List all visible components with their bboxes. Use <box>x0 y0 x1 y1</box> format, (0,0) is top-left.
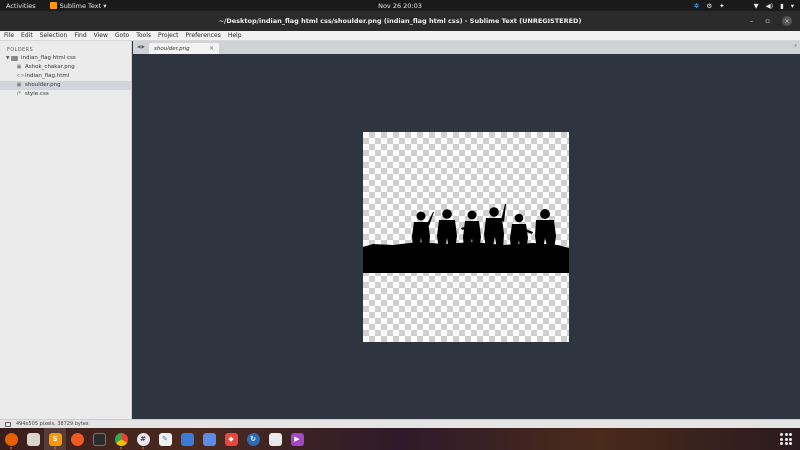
document-viewer-icon <box>268 432 282 446</box>
minimize-icon[interactable]: – <box>750 17 754 25</box>
image-file-icon: ▣ <box>16 64 22 70</box>
dock-item-document-viewer[interactable] <box>264 428 286 450</box>
chevron-left-icon[interactable]: ◀ <box>137 45 140 50</box>
volume-icon[interactable]: ◀) <box>766 2 774 10</box>
system-tray: ✲ ⚙ ✦ ▼ ◀) ▮ ▾ <box>694 0 794 11</box>
text-editor-icon: ✎ <box>158 432 172 446</box>
dock-item-screenshot[interactable] <box>176 428 198 450</box>
menu-tools[interactable]: Tools <box>133 32 155 39</box>
system-top-bar: Activities Sublime Text ▾ Nov 26 20:03 ✲… <box>0 0 800 11</box>
wifi-icon[interactable]: ▼ <box>754 2 759 10</box>
status-bar: 494x505 pixels, 38729 bytes <box>0 419 800 428</box>
menu-view[interactable]: View <box>90 32 111 39</box>
battery-icon[interactable]: ▮ <box>780 2 784 10</box>
dock-item-video-player[interactable]: ▶ <box>286 428 308 450</box>
chevron-right-icon[interactable]: ▶ <box>142 45 145 50</box>
menu-file[interactable]: File <box>0 32 18 39</box>
menu-help[interactable]: Help <box>224 32 245 39</box>
anydesk-icon: ◆ <box>224 432 238 446</box>
tab-bar: ◀ ▶ shoulder.png × ▾ <box>133 41 800 54</box>
sidebar-item-ashok-chakar[interactable]: ▣ Ashok_chakar.png <box>0 63 131 72</box>
folder-icon <box>11 56 18 61</box>
sidebar-item-indian-flag-html[interactable]: <> indian_flag.html <box>0 72 131 81</box>
sidebar-item-label: style.css <box>25 91 49 97</box>
dock-item-postman[interactable] <box>66 428 88 450</box>
sidebar-folder-label: indian_flag html css <box>21 55 76 61</box>
menu-bar: File Edit Selection Find View Goto Tools… <box>0 31 800 41</box>
editor-area <box>133 54 800 419</box>
tab-overflow-chevron-down-icon[interactable]: ▾ <box>794 43 797 49</box>
dock-item-text-editor[interactable]: ✎ <box>154 428 176 450</box>
sidebar-item-label: Ashok_chakar.png <box>25 64 75 70</box>
window-controls: – ▫ × <box>750 11 792 31</box>
window-title: ~/Desktop/indian_flag html css/shoulder.… <box>218 17 582 25</box>
sidebar-item-label: shoulder.png <box>25 82 61 88</box>
css-file-icon: /* <box>16 91 22 97</box>
image-preview <box>363 132 569 342</box>
app-menu[interactable]: Sublime Text ▾ <box>49 1 107 10</box>
sublime-text-icon <box>49 2 57 9</box>
tab-shoulder-png[interactable]: shoulder.png × <box>149 43 219 54</box>
soldiers-silhouette-image <box>363 204 569 273</box>
postman-icon <box>70 432 84 446</box>
status-text: 494x505 pixels, 38729 bytes <box>16 421 89 427</box>
clock[interactable]: Nov 26 20:03 <box>0 2 800 10</box>
activities-button[interactable]: Activities <box>6 2 36 10</box>
chrome-icon <box>114 432 128 446</box>
menu-edit[interactable]: Edit <box>18 32 37 39</box>
sidebar: FOLDERS ▼ indian_flag html css ▣ Ashok_c… <box>0 41 132 419</box>
sidebar-item-style-css[interactable]: /* style.css <box>0 90 131 99</box>
window-title-bar: ~/Desktop/indian_flag html css/shoulder.… <box>0 11 800 31</box>
timeshift-icon: ↻ <box>246 432 260 446</box>
tray-app-icon[interactable]: ✲ <box>694 2 699 10</box>
network-settings-icon[interactable]: ⚙ <box>706 2 712 10</box>
sidebar-folder[interactable]: ▼ indian_flag html css <box>0 54 131 63</box>
panel-toggle-icon[interactable] <box>5 421 11 427</box>
files-icon <box>26 432 40 446</box>
app-menu-label: Sublime Text ▾ <box>59 1 107 10</box>
sublime-text-icon: S <box>48 432 62 446</box>
dock-item-files[interactable] <box>22 428 44 450</box>
menu-find[interactable]: Find <box>71 32 90 39</box>
menu-goto[interactable]: Goto <box>111 32 132 39</box>
close-icon[interactable]: × <box>782 16 792 26</box>
image-file-icon: ▣ <box>16 82 22 88</box>
video-player-icon: ▶ <box>290 432 304 446</box>
menu-project[interactable]: Project <box>155 32 183 39</box>
dock-item-terminal[interactable] <box>88 428 110 450</box>
dock-item-chrome[interactable] <box>110 428 132 450</box>
show-applications-grid-icon[interactable] <box>780 433 792 445</box>
dock-item-timeshift[interactable]: ↻ <box>242 428 264 450</box>
dock-item-app[interactable] <box>198 428 220 450</box>
tab-close-icon[interactable]: × <box>209 45 214 52</box>
maximize-icon[interactable]: ▫ <box>765 17 770 25</box>
dock-app-icon <box>202 432 216 446</box>
dock-item-sublime-text[interactable]: S <box>44 428 66 450</box>
tab-navigation[interactable]: ◀ ▶ <box>133 41 149 54</box>
dock-item-anydesk[interactable]: ◆ <box>220 428 242 450</box>
terminal-icon <box>92 432 106 446</box>
sidebar-item-label: indian_flag.html <box>25 73 70 79</box>
sidebar-item-shoulder-png[interactable]: ▣ shoulder.png <box>0 81 131 90</box>
code-file-icon: <> <box>16 73 25 79</box>
bluetooth-icon[interactable]: ✦ <box>719 2 724 10</box>
dock-item-slack[interactable]: # <box>132 428 154 450</box>
dock: S # ✎ ◆ ↻ ▶ <box>0 428 800 450</box>
slack-icon: # <box>136 432 150 446</box>
menu-selection[interactable]: Selection <box>36 32 71 39</box>
system-menu-chevron-down-icon[interactable]: ▾ <box>791 2 794 10</box>
menu-preferences[interactable]: Preferences <box>182 32 224 39</box>
screenshot-icon <box>180 432 194 446</box>
firefox-icon <box>4 432 18 446</box>
folders-heading: FOLDERS <box>7 47 34 53</box>
tab-label: shoulder.png <box>154 45 190 52</box>
dock-item-firefox[interactable] <box>0 428 22 450</box>
